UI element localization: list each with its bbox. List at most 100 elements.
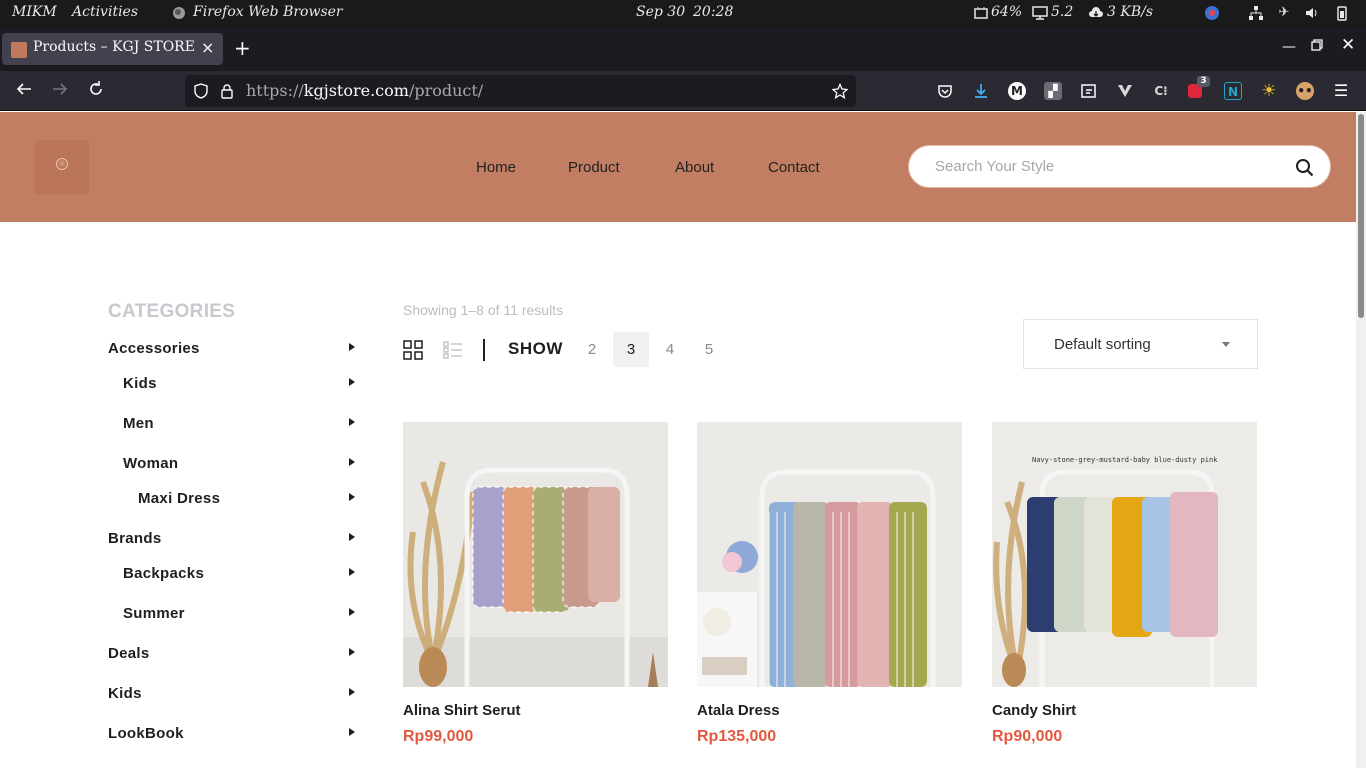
bookmark-star-icon[interactable] <box>831 82 849 100</box>
search-input[interactable] <box>935 158 1275 175</box>
show-option-3[interactable]: 3 <box>613 332 649 367</box>
app-menu-hamburger-icon[interactable]: ☰ <box>1332 82 1350 100</box>
volume-icon[interactable] <box>1304 5 1320 21</box>
expand-arrow-icon[interactable] <box>349 608 355 616</box>
show-option-5[interactable]: 5 <box>691 332 727 367</box>
cloud-download-icon <box>1088 5 1104 21</box>
expand-arrow-icon[interactable] <box>349 493 355 501</box>
tab-products[interactable]: Products – KGJ STORE × <box>2 33 223 65</box>
search-box <box>908 145 1331 188</box>
product-price: Rp135,000 <box>697 728 777 745</box>
cpu-icon <box>973 5 989 21</box>
extension-c-icon[interactable]: C⁝ <box>1152 82 1170 100</box>
nav-product[interactable]: Product <box>568 159 620 176</box>
extension-badge-count: 3 <box>1197 76 1210 87</box>
show-option-2[interactable]: 2 <box>574 332 610 367</box>
sort-selected-value: Default sorting <box>1054 336 1151 353</box>
scrollbar-thumb[interactable] <box>1358 114 1364 318</box>
expand-arrow-icon[interactable] <box>349 378 355 386</box>
category-summer[interactable]: Summer <box>123 605 185 622</box>
back-arrow-icon[interactable] <box>13 80 35 102</box>
extension-puzzle-icon[interactable]: ▞ <box>1044 82 1062 100</box>
category-lookbook[interactable]: LookBook <box>108 725 184 742</box>
forward-arrow-icon[interactable] <box>49 80 71 102</box>
category-men[interactable]: Men <box>123 415 154 432</box>
sort-select[interactable]: Default sorting <box>1023 319 1258 369</box>
extension-v-icon[interactable] <box>1116 82 1134 100</box>
system-user[interactable]: MIKM <box>12 4 57 20</box>
page-scrollbar[interactable] <box>1356 112 1366 768</box>
category-deals[interactable]: Deals <box>108 645 150 662</box>
product-image-caption: Navy-stone-grey-mustard-baby blue-dusty … <box>1032 456 1218 464</box>
category-accessories[interactable]: Accessories <box>108 340 200 357</box>
nav-about[interactable]: About <box>675 159 714 176</box>
maximize-icon[interactable] <box>1311 39 1323 55</box>
category-brands[interactable]: Brands <box>108 530 161 547</box>
product-image[interactable]: Navy-stone-grey-mustard-baby blue-dusty … <box>992 422 1257 687</box>
monitor-icon <box>1032 5 1048 21</box>
expand-arrow-icon[interactable] <box>349 343 355 351</box>
site-logo[interactable]: ® <box>35 140 89 194</box>
product-name[interactable]: Candy Shirt <box>992 702 1076 719</box>
category-backpacks[interactable]: Backpacks <box>123 565 204 582</box>
tab-close-icon[interactable]: × <box>201 38 214 57</box>
battery-icon[interactable] <box>1334 5 1350 21</box>
downloads-icon[interactable] <box>972 82 990 100</box>
clock-time[interactable]: 20:28 <box>693 4 733 20</box>
list-view-icon[interactable] <box>443 341 463 359</box>
system-top-bar: MIKM Activities Firefox Web Browser Sep … <box>0 0 1366 27</box>
expand-arrow-icon[interactable] <box>349 418 355 426</box>
app-menu-label[interactable]: Firefox Web Browser <box>193 4 343 20</box>
chrome-app-icon[interactable] <box>1204 5 1220 21</box>
product-image[interactable] <box>697 422 962 687</box>
grid-view-icon[interactable] <box>403 340 423 360</box>
network-icon[interactable] <box>1248 5 1264 21</box>
category-kids-sub[interactable]: Kids <box>123 375 157 392</box>
activities-button[interactable]: Activities <box>72 4 138 20</box>
category-kids[interactable]: Kids <box>108 685 142 702</box>
product-price: Rp99,000 <box>403 728 474 745</box>
show-label: SHOW <box>508 339 563 358</box>
nav-home[interactable]: Home <box>476 159 516 176</box>
url-text[interactable]: https://kgjstore.com/product/ <box>246 81 483 100</box>
categories-heading: CATEGORIES <box>108 301 236 322</box>
firefox-icon <box>171 5 187 21</box>
product-price: Rp90,000 <box>992 728 1063 745</box>
clock-date[interactable]: Sep 30 <box>636 4 685 20</box>
product-name[interactable]: Alina Shirt Serut <box>403 702 521 719</box>
expand-arrow-icon[interactable] <box>349 533 355 541</box>
product-image[interactable] <box>403 422 668 687</box>
nav-contact[interactable]: Contact <box>768 159 820 176</box>
url-bar[interactable]: https://kgjstore.com/product/ <box>185 75 856 107</box>
extension-screenshot-icon[interactable] <box>1080 82 1098 100</box>
window-close-icon[interactable]: ✕ <box>1341 37 1355 54</box>
minimize-icon[interactable]: — <box>1282 39 1296 55</box>
reload-icon[interactable] <box>85 80 107 102</box>
category-maxi-dress[interactable]: Maxi Dress <box>138 490 220 507</box>
webpage: ® Home Product About Contact CATEGORIES … <box>0 112 1356 768</box>
expand-arrow-icon[interactable] <box>349 728 355 736</box>
extension-n-icon[interactable]: N <box>1224 82 1242 100</box>
pocket-icon[interactable] <box>936 82 954 100</box>
extension-sun-icon[interactable]: ☀ <box>1260 82 1278 100</box>
extension-m-icon[interactable]: M <box>1008 82 1026 100</box>
site-favicon-icon <box>11 42 27 58</box>
search-icon[interactable] <box>1295 158 1314 177</box>
expand-arrow-icon[interactable] <box>349 458 355 466</box>
network-speed: 3 KB/s <box>1107 4 1154 20</box>
site-header: ® Home Product About Contact <box>0 112 1356 222</box>
tracking-shield-icon[interactable] <box>193 83 209 99</box>
show-option-4[interactable]: 4 <box>652 332 688 367</box>
lock-icon[interactable] <box>219 83 235 99</box>
new-tab-icon[interactable]: + <box>234 36 251 60</box>
browser-nav-bar: https://kgjstore.com/product/ M ▞ C⁝ 3 N… <box>0 71 1366 111</box>
category-woman[interactable]: Woman <box>123 455 178 472</box>
airplane-mode-icon[interactable]: ✈ <box>1276 5 1292 21</box>
expand-arrow-icon[interactable] <box>349 568 355 576</box>
browser-tab-bar: Products – KGJ STORE × + — ✕ <box>0 27 1366 71</box>
expand-arrow-icon[interactable] <box>349 648 355 656</box>
expand-arrow-icon[interactable] <box>349 688 355 696</box>
product-name[interactable]: Atala Dress <box>697 702 780 719</box>
extension-avatar-icon[interactable]: •• <box>1296 82 1314 100</box>
display-value: 5.2 <box>1051 4 1074 20</box>
